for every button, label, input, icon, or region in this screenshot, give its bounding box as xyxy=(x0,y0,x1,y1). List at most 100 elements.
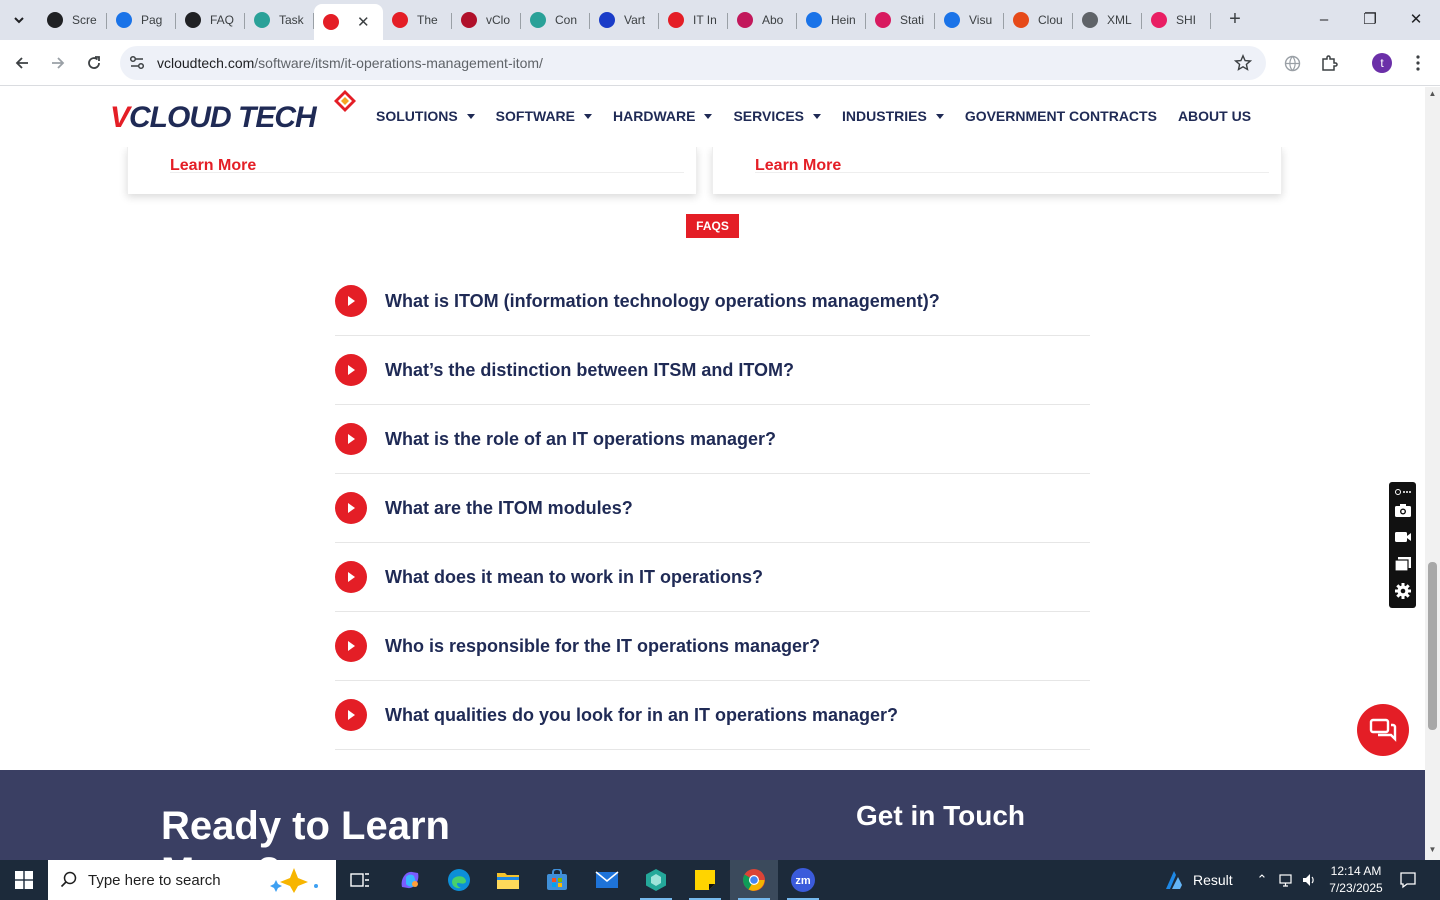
browser-tab[interactable]: Abo xyxy=(728,4,797,36)
faq-item[interactable]: What is ITOM (information technology ope… xyxy=(335,267,1090,336)
forward-button[interactable] xyxy=(45,50,71,76)
settings-gear-icon[interactable] xyxy=(1394,583,1412,599)
browser-tab[interactable]: Task xyxy=(245,4,314,36)
volume-icon[interactable] xyxy=(1301,872,1317,888)
faq-item[interactable]: What is the role of an IT operations man… xyxy=(335,405,1090,474)
tab-search-button[interactable] xyxy=(6,7,32,33)
scroll-thumb[interactable] xyxy=(1428,562,1437,730)
sticky-notes-app[interactable] xyxy=(681,860,729,900)
chat-widget-button[interactable] xyxy=(1357,704,1409,756)
scroll-up-arrow[interactable]: ▲ xyxy=(1428,89,1437,98)
play-circle-icon[interactable] xyxy=(335,423,367,455)
start-button[interactable] xyxy=(0,860,48,900)
faq-item[interactable]: Who is responsible for the IT operations… xyxy=(335,612,1090,681)
faq-item[interactable]: What does it mean to work in IT operatio… xyxy=(335,543,1090,612)
copilot-app[interactable] xyxy=(386,860,434,900)
browser-tab[interactable]: ✕ xyxy=(314,4,383,40)
scale-icon xyxy=(806,12,822,28)
browser-tab[interactable]: Pag xyxy=(107,4,176,36)
extensions-button[interactable] xyxy=(1316,50,1342,76)
browser-tab[interactable]: Clou xyxy=(1004,4,1073,36)
nav-item-government-contracts[interactable]: GOVERNMENT CONTRACTS xyxy=(965,108,1157,124)
scroll-down-arrow[interactable]: ▼ xyxy=(1428,845,1437,854)
task-view-button[interactable] xyxy=(336,860,384,900)
browser-tab[interactable]: The xyxy=(383,4,452,36)
address-bar[interactable]: vcloudtech.com/software/itsm/it-operatio… xyxy=(120,46,1266,80)
taskbar-search-box[interactable]: Type here to search xyxy=(48,860,336,900)
play-circle-icon[interactable] xyxy=(335,285,367,317)
notification-icon[interactable] xyxy=(1399,871,1417,889)
restore-button[interactable]: ❐ xyxy=(1357,7,1383,33)
site-info-icon[interactable] xyxy=(128,54,146,72)
toolbar-more-icon[interactable] xyxy=(1394,484,1412,500)
nav-item-services[interactable]: SERVICES xyxy=(733,108,822,124)
camera-icon[interactable] xyxy=(1394,502,1412,518)
tray-news-label[interactable]: Result xyxy=(1193,872,1233,888)
bookmark-star-icon[interactable] xyxy=(1234,54,1252,72)
page-scrollbar[interactable]: ▲ ▼ xyxy=(1425,87,1440,860)
faq-item[interactable]: What’s the distinction between ITSM and … xyxy=(335,336,1090,405)
browser-tab[interactable]: Vart xyxy=(590,4,659,36)
faq-item[interactable]: What qualities do you look for in an IT … xyxy=(335,681,1090,750)
browser-tab[interactable]: IT In xyxy=(659,4,728,36)
play-circle-icon[interactable] xyxy=(335,699,367,731)
file-explorer-app[interactable] xyxy=(484,860,532,900)
faq-question[interactable]: What’s the distinction between ITSM and … xyxy=(385,360,794,381)
browser-tab[interactable]: FAQ xyxy=(176,4,245,36)
site-header: VCLOUD TECH SOLUTIONS SOFTWARE HARDWARE SER… xyxy=(0,87,1425,147)
reload-icon xyxy=(88,56,100,69)
chrome-app[interactable] xyxy=(730,860,778,900)
reload-button[interactable] xyxy=(81,50,107,76)
play-circle-icon[interactable] xyxy=(335,561,367,593)
url-text[interactable]: vcloudtech.com/software/itsm/it-operatio… xyxy=(157,55,543,71)
faq-question[interactable]: What are the ITOM modules? xyxy=(385,498,633,519)
faq-question[interactable]: What is ITOM (information technology ope… xyxy=(385,291,940,312)
translate-button[interactable] xyxy=(1279,50,1305,76)
tab-title: The xyxy=(417,13,438,27)
close-window-button[interactable]: ✕ xyxy=(1403,7,1429,33)
faq-question[interactable]: Who is responsible for the IT operations… xyxy=(385,636,820,657)
faq-item[interactable]: What are the ITOM modules? xyxy=(335,474,1090,543)
play-circle-icon[interactable] xyxy=(335,492,367,524)
nav-item-solutions[interactable]: SOLUTIONS xyxy=(376,108,475,124)
browser-tab[interactable]: XML xyxy=(1073,4,1142,36)
nav-item-industries[interactable]: INDUSTRIES xyxy=(842,108,944,124)
play-circle-icon[interactable] xyxy=(335,630,367,662)
faq-question[interactable]: What is the role of an IT operations man… xyxy=(385,429,776,450)
tab-title: IT In xyxy=(693,13,717,27)
mail-app[interactable] xyxy=(583,860,631,900)
browser-tab[interactable]: Visu xyxy=(935,4,1004,36)
browser-tab[interactable]: SHI xyxy=(1142,4,1211,36)
tab-title: Pag xyxy=(141,13,163,27)
chevron-up-icon[interactable]: ⌃ xyxy=(1254,872,1270,888)
browser-tab[interactable]: Stati xyxy=(866,4,935,36)
faq-question[interactable]: What qualities do you look for in an IT … xyxy=(385,705,898,726)
faq-question[interactable]: What does it mean to work in IT operatio… xyxy=(385,567,763,588)
back-button[interactable] xyxy=(9,50,35,76)
browser-tab[interactable]: Scre xyxy=(38,4,107,36)
network-icon[interactable] xyxy=(1279,872,1295,888)
play-circle-icon[interactable] xyxy=(335,354,367,386)
window-capture-icon[interactable] xyxy=(1394,556,1412,572)
minimize-button[interactable]: – xyxy=(1311,7,1337,33)
nav-item-hardware[interactable]: HARDWARE xyxy=(613,108,713,124)
vcloud-tech-logo[interactable]: VCLOUD TECH xyxy=(108,89,358,139)
store-app[interactable] xyxy=(533,860,581,900)
menu-button[interactable] xyxy=(1405,50,1431,76)
browser-tab[interactable]: Hein xyxy=(797,4,866,36)
new-tab-button[interactable]: + xyxy=(1224,8,1246,30)
browser-tab[interactable]: vClo xyxy=(452,4,521,36)
tab-title: Task xyxy=(279,13,304,27)
video-camera-icon[interactable] xyxy=(1394,529,1412,545)
nav-item-about-us[interactable]: ABOUT US xyxy=(1178,108,1251,124)
hexagon-app[interactable] xyxy=(632,860,680,900)
browser-tab[interactable]: Con xyxy=(521,4,590,36)
close-tab-icon[interactable]: ✕ xyxy=(357,13,370,31)
profile-avatar[interactable]: t xyxy=(1372,53,1392,73)
weather-icon[interactable] xyxy=(1162,869,1186,891)
globe-icon xyxy=(1082,12,1098,28)
clock[interactable]: 12:14 AM 7/23/2025 xyxy=(1329,863,1383,897)
edge-app[interactable] xyxy=(435,860,483,900)
zoom-app[interactable]: zm xyxy=(779,860,827,900)
nav-item-software[interactable]: SOFTWARE xyxy=(496,108,593,124)
